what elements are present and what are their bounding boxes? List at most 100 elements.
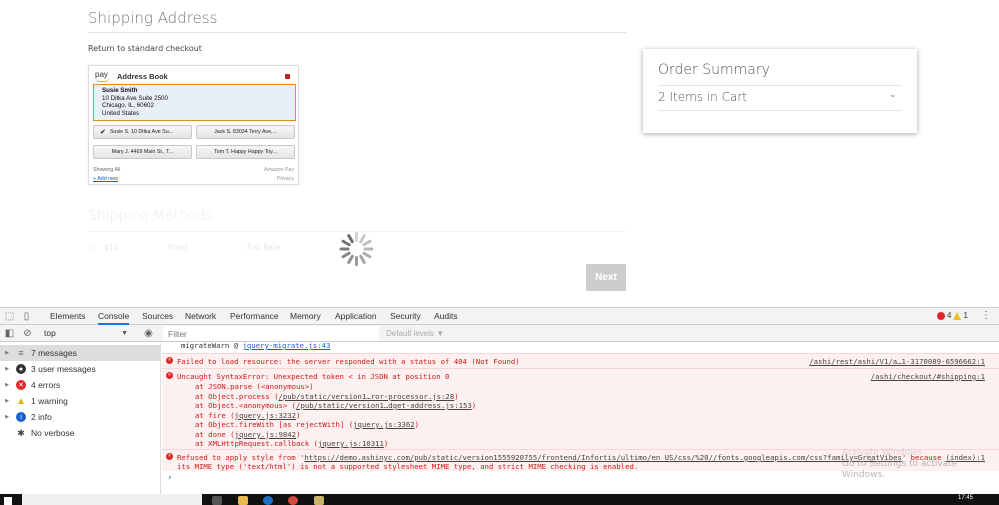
sidebar-toggle-icon[interactable]: ◧	[4, 328, 15, 339]
inspect-element-icon[interactable]: ⬚	[4, 311, 15, 322]
source-link[interactable]: /ashi/rest/ashi/V1/a…1-3170089-6596662:1	[809, 357, 985, 366]
stack-frame-text: at Object.process (	[195, 391, 279, 401]
file-explorer-icon[interactable]	[238, 496, 248, 505]
source-link[interactable]: /ashi/checkout/#shipping:1	[871, 372, 985, 381]
source-link[interactable]: /pub/static/version1…dget-address.js:153	[296, 401, 472, 410]
info-icon: i	[16, 412, 26, 422]
spinner-bar	[354, 232, 358, 242]
source-link[interactable]: https://demo.ashinyc.com/pub/static/vers…	[304, 453, 901, 462]
shipping-methods-title: Shipping Methods	[88, 208, 213, 224]
tab-performance[interactable]: Performance	[230, 308, 279, 325]
address-option-label: Susie S. 10 Ditka Ave Su...	[109, 129, 174, 135]
address-book-widget: pay Address Book Susie Smith 10 Ditka Av…	[88, 65, 299, 185]
items-in-cart-toggle[interactable]: 2 Items in Cart	[658, 90, 747, 104]
source-link[interactable]: /pub/static/version1…ror-processor.js:28	[278, 392, 454, 401]
log-levels-dropdown[interactable]: Default levels ▼	[386, 325, 444, 342]
tab-console[interactable]: Console	[98, 308, 130, 325]
shipping-method-radio[interactable]: ○	[88, 243, 95, 252]
add-new-address-link[interactable]: + Add new	[93, 175, 120, 184]
expand-arrow-icon: ▶	[5, 398, 9, 404]
eye-icon[interactable]: ◉	[143, 328, 154, 339]
close-icon[interactable]	[285, 74, 290, 79]
stack-frame: at JSON.parse (<anonymous>)	[195, 382, 314, 391]
address-option[interactable]: Jack S. 83034 Terry Ave,...	[196, 125, 295, 139]
address-option[interactable]: ✔ Susie S. 10 Ditka Ave Su...	[93, 125, 192, 139]
sidebar-item-user-messages[interactable]: ▶ ● 3 user messages	[0, 361, 161, 377]
sidebar-label: 1 warning	[31, 396, 68, 406]
spinner-bar	[363, 247, 373, 251]
windows-start-icon[interactable]	[4, 497, 12, 505]
context-selector[interactable]: top ▼	[44, 325, 132, 342]
chevron-down-icon[interactable]: ⌄	[889, 89, 897, 100]
stack-frame: at Object.<anonymous> (/pub/static/versi…	[195, 401, 476, 410]
checkmark-icon: ✔	[100, 129, 106, 136]
divider	[88, 32, 626, 33]
address-book-footer-left: Showing All + Add new	[93, 166, 120, 183]
error-icon: ×	[166, 357, 173, 364]
shipping-address-title: Shipping Address	[88, 9, 218, 27]
sidebar-item-warnings[interactable]: ▶ ▲ 1 warning	[0, 393, 161, 409]
stack-frame: at Object.fireWith [as rejectWith] (jque…	[195, 420, 419, 429]
more-options-icon[interactable]: ⋮	[981, 310, 991, 321]
stack-frame-text: at fire (	[195, 410, 235, 420]
sidebar-item-verbose[interactable]: ✱ No verbose	[0, 425, 161, 441]
console-filter-input[interactable]	[163, 326, 379, 341]
next-button[interactable]: Next	[586, 264, 626, 291]
paren: )	[296, 429, 301, 439]
watermark-line2: Go to Settings to activate Windows.	[842, 459, 958, 480]
taskbar-clock[interactable]: 17:45	[958, 495, 973, 501]
order-summary-title: Order Summary	[658, 62, 770, 78]
taskbar-search-box[interactable]	[22, 494, 202, 505]
privacy-link[interactable]: Privacy	[264, 175, 294, 184]
source-link[interactable]: jquery.js:3362	[353, 420, 415, 429]
stack-frame: at Object.process (/pub/static/version1……	[195, 392, 459, 401]
tab-network[interactable]: Network	[185, 308, 216, 325]
loading-spinner-icon	[339, 232, 373, 266]
console-line: migrateWarn @ jquery-migrate.js:43	[162, 341, 999, 351]
sidebar-item-errors[interactable]: ▶ ✕ 4 errors	[0, 377, 161, 393]
sidebar-label: 4 errors	[31, 380, 61, 390]
tab-elements[interactable]: Elements	[50, 308, 85, 325]
source-link[interactable]: jquery-migrate.js:43	[243, 341, 331, 350]
amazon-pay-logo-icon: pay	[95, 70, 111, 82]
expand-arrow-icon: ▶	[5, 382, 9, 388]
warning-count: 1	[963, 311, 968, 320]
address-option[interactable]: Mary J. 4469 Main St., T...	[93, 145, 192, 159]
browser-icon[interactable]	[263, 496, 273, 505]
sidebar-item-info[interactable]: ▶ i 2 info	[0, 409, 161, 425]
tab-audits[interactable]: Audits	[434, 308, 458, 325]
tab-security[interactable]: Security	[390, 308, 421, 325]
tab-memory[interactable]: Memory	[290, 308, 321, 325]
source-link[interactable]: jquery.js:3232	[235, 411, 297, 420]
paren: )	[471, 401, 477, 410]
expand-arrow-icon: ▶	[5, 366, 9, 372]
task-view-icon[interactable]	[212, 496, 222, 505]
app-icon[interactable]	[314, 496, 324, 505]
address-book-header: pay Address Book	[95, 69, 168, 83]
selected-line1: 10 Ditka Ave Suite 2500	[102, 94, 168, 102]
device-toolbar-icon[interactable]: ▯	[21, 311, 32, 322]
stack-frame: at done (jquery.js:9842)	[195, 430, 300, 439]
selected-name: Susie Smith	[102, 87, 138, 94]
sidebar-item-messages[interactable]: ▶ ≡ 7 messages	[0, 345, 161, 361]
console-prompt-icon[interactable]: ›	[167, 473, 172, 483]
sidebar-label: 7 messages	[31, 348, 77, 358]
paren: )	[383, 439, 389, 448]
tab-application[interactable]: Application	[335, 308, 377, 325]
paren: )	[414, 420, 420, 429]
error-icon	[937, 311, 945, 320]
tab-sources[interactable]: Sources	[142, 308, 173, 325]
chrome-icon[interactable]	[288, 496, 298, 505]
return-to-checkout-link[interactable]: Return to standard checkout	[88, 44, 202, 53]
divider	[658, 110, 902, 111]
devtools-tabbar: ⬚ ▯ Elements Console Sources Network Per…	[0, 308, 999, 325]
address-option[interactable]: Tom T. Happy Happy Toy...	[196, 145, 295, 159]
sidebar-label: 3 user messages	[31, 364, 96, 374]
source-link[interactable]: jquery.js:9842	[235, 430, 297, 439]
error-message: Uncaught SyntaxError: Unexpected token <…	[177, 372, 450, 381]
source-link[interactable]: jquery.js:10311	[318, 439, 384, 448]
selected-address[interactable]: Susie Smith 10 Ditka Ave Suite 2500 Chic…	[93, 84, 296, 121]
issue-counts[interactable]: 4 1	[937, 311, 968, 320]
clear-console-icon[interactable]: ⊘	[22, 328, 33, 339]
error-icon: ×	[166, 372, 173, 379]
